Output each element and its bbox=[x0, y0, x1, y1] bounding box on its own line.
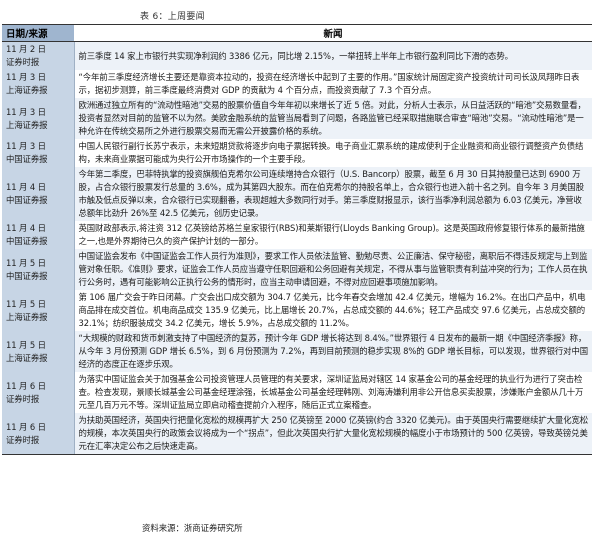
row-date-source: 11 月 5 日 中国证券报 bbox=[2, 249, 75, 290]
news-table: 日期/来源 新闻 11 月 2 日 证券时报 前三季度 14 家上市银行共实现净利… bbox=[2, 24, 592, 455]
row-date-source: 11 月 4 日 中国证券报 bbox=[2, 167, 75, 221]
row-date-source: 11 月 6 日 证券时报 bbox=[2, 372, 75, 413]
row-date-source: 11 月 5 日 上海证券报 bbox=[2, 290, 75, 331]
table-row: 11 月 3 日 上海证券报 欧洲通过独立所有的“流动性暗池”交易的股票价值自今年… bbox=[2, 98, 592, 139]
row-news-text: 为落实中国证监会关于加强基金公司投资管理人员管理的有关要求，深圳证监局对辖区 1… bbox=[74, 372, 592, 413]
table-body: 11 月 2 日 证券时报 前三季度 14 家上市银行共实现净利润约 3386 亿… bbox=[2, 41, 592, 455]
row-news-text: 第 106 届广交会于昨日闭幕。广交会出口成交额为 304.7 亿美元，比今年春… bbox=[74, 290, 592, 331]
row-news-text: “大规模的财政和货币刺激支持了中国经济的复苏，预计今年 GDP 增长将达到 8.… bbox=[74, 331, 592, 372]
table-row: 11 月 4 日 中国证券报 今年第二季度，巴菲特执掌的投资旗舰伯克希尔公司连续增… bbox=[2, 167, 592, 221]
row-news-text: “今年前三季度经济增长主要还是靠资本拉动的，投资在经济增长中起到了主要的作用。”… bbox=[74, 70, 592, 98]
table-row: 11 月 2 日 证券时报 前三季度 14 家上市银行共实现净利润约 3386 亿… bbox=[2, 41, 592, 70]
row-date-source: 11 月 6 日 证券时报 bbox=[2, 413, 75, 455]
header-date-source: 日期/来源 bbox=[2, 24, 74, 42]
row-date-source: 11 月 3 日 上海证券报 bbox=[2, 98, 75, 139]
row-date-source: 11 月 3 日 中国证券报 bbox=[2, 139, 75, 167]
table-caption: 表 6：上周要闻 bbox=[140, 12, 205, 22]
header-news: 新闻 bbox=[74, 24, 592, 42]
row-news-text: 中国人民银行副行长苏宁表示，未来短期贷款将逐步向电子票据转换。电子商业汇票系统的… bbox=[74, 139, 592, 167]
row-news-text: 为扶助英国经济，英国央行把量化宽松的规模再扩大 250 亿英镑至 2000 亿英… bbox=[74, 413, 592, 455]
table-row: 11 月 5 日 中国证券报 中国证监会发布《中国证监会工作人员行为准则》，要求工… bbox=[2, 249, 592, 290]
table-row: 11 月 4 日 中国证券报 英国财政部表示,将注资 312 亿英镑给苏格兰皇家银… bbox=[2, 221, 592, 249]
source-note: 资料来源：浙商证券研究所 bbox=[142, 523, 243, 533]
table-row: 11 月 5 日 上海证券报第 106 届广交会于昨日闭幕。广交会出口成交额为 … bbox=[2, 290, 592, 331]
row-date-source: 11 月 2 日 证券时报 bbox=[2, 41, 75, 70]
table-row: 11 月 3 日 上海证券报 “今年前三季度经济增长主要还是靠资本拉动的，投资在经… bbox=[2, 70, 592, 98]
table-row: 11 月 5 日 上海证券报 “大规模的财政和货币刺激支持了中国经济的复苏，预计今… bbox=[2, 331, 592, 372]
table-row: 11 月 3 日 中国证券报 中国人民银行副行长苏宁表示，未来短期贷款将逐步向电子… bbox=[2, 139, 592, 167]
row-date-source: 11 月 4 日 中国证券报 bbox=[2, 221, 75, 249]
row-news-text: 前三季度 14 家上市银行共实现净利润约 3386 亿元，同比增 2.15%，一… bbox=[74, 41, 592, 70]
row-news-text: 今年第二季度，巴菲特执掌的投资旗舰伯克希尔公司连续增持合众银行（U.S. Ban… bbox=[74, 167, 592, 221]
row-date-source: 11 月 3 日 上海证券报 bbox=[2, 70, 75, 98]
row-news-text: 中国证监会发布《中国证监会工作人员行为准则》，要求工作人员依法监管、勤勉尽责、公… bbox=[74, 249, 592, 290]
row-date-source: 11 月 5 日 上海证券报 bbox=[2, 331, 75, 372]
table-row: 11 月 6 日 证券时报 为扶助英国经济，英国央行把量化宽松的规模再扩大 250… bbox=[2, 413, 592, 455]
row-news-text: 英国财政部表示,将注资 312 亿英镑给苏格兰皇家银行(RBS)和莱斯银行(Ll… bbox=[74, 221, 592, 249]
row-news-text: 欧洲通过独立所有的“流动性暗池”交易的股票价值自今年年初以来增长了近 5 倍。对… bbox=[74, 98, 592, 139]
table-header-row: 日期/来源 新闻 bbox=[2, 24, 592, 42]
table-row: 11 月 6 日 证券时报 为落实中国证监会关于加强基金公司投资管理人员管理的有关… bbox=[2, 372, 592, 413]
